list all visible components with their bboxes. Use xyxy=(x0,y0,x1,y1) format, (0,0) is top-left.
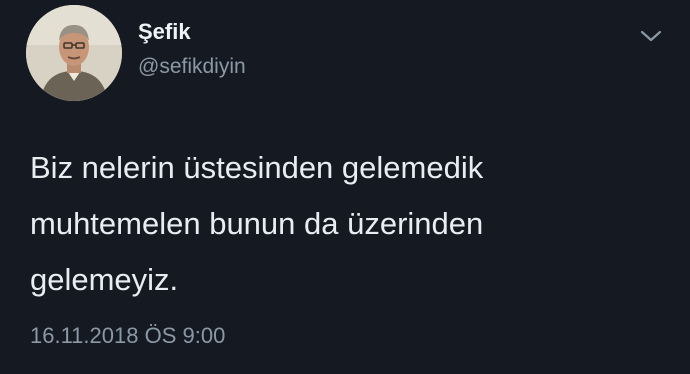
tweet-text-line: gelemeyiz. xyxy=(30,262,179,297)
avatar-photo-icon xyxy=(26,5,122,101)
author-handle[interactable]: @sefikdiyin xyxy=(138,55,246,79)
author-name[interactable]: Şefik xyxy=(138,19,191,45)
tweet-timestamp[interactable]: 16.11.2018 ÖS 9:00 xyxy=(30,323,225,349)
tweet-text-line: muhtemelen bunun da üzerinden xyxy=(30,206,484,241)
chevron-down-icon[interactable] xyxy=(637,26,665,46)
tweet-card: Şefik @sefikdiyin Biz nelerin üstesinden… xyxy=(0,0,690,374)
author-avatar[interactable] xyxy=(26,5,122,101)
tweet-text: Biz nelerin üstesinden gelemedik muhteme… xyxy=(30,140,670,308)
tweet-text-line: Biz nelerin üstesinden gelemedik xyxy=(30,150,484,185)
